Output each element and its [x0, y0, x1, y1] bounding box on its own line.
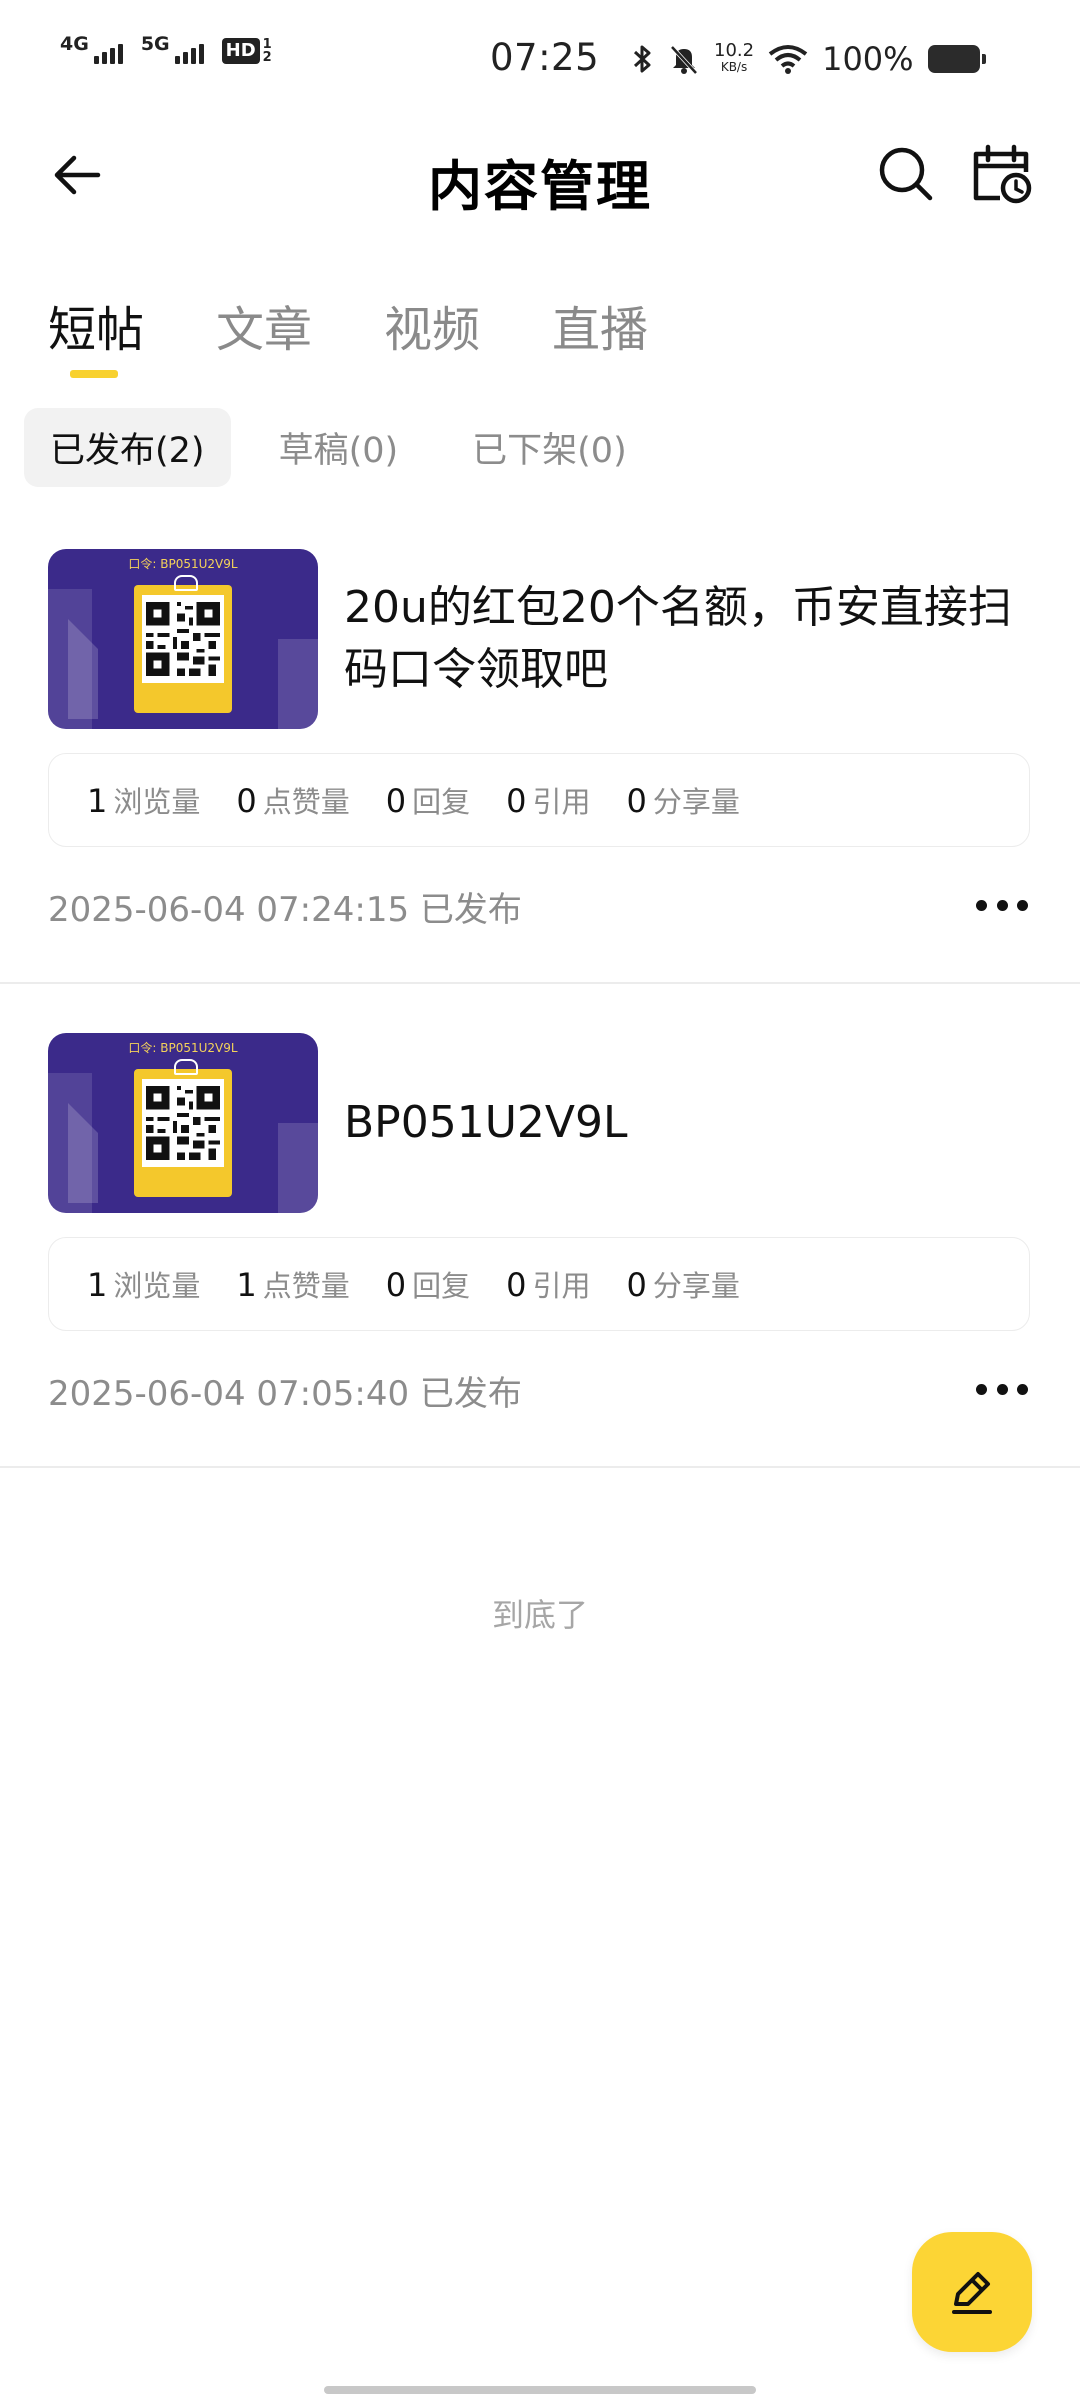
subtab-drafts[interactable]: 草稿(0) — [253, 408, 425, 487]
tab-article[interactable]: 文章 — [216, 290, 312, 378]
post-title[interactable]: BP051U2V9L — [344, 1092, 1024, 1154]
stat-likes: 0 点赞量 — [236, 782, 350, 820]
subtab-removed[interactable]: 已下架(0) — [446, 408, 653, 487]
thumbnail-code-text: 口令: BP051U2V9L — [128, 557, 238, 571]
status-left: 4G 5G HD 12 — [60, 35, 272, 65]
stat-shares: 0 分享量 — [626, 782, 740, 820]
hd-sub: 2 — [262, 50, 272, 65]
status-time: 07:25 — [490, 36, 600, 79]
stat-replies: 0 回复 — [385, 782, 471, 820]
tab-video[interactable]: 视频 — [384, 290, 480, 378]
divider — [0, 1466, 1080, 1468]
status-filter-tabs: 已发布(2) 草稿(0) 已下架(0) — [24, 408, 653, 487]
end-of-list-text: 到底了 — [491, 1596, 588, 1634]
signal-5g-icon: 5G — [141, 35, 204, 64]
status-bar: 4G 5G HD 12 07:25 10.2 KB/s 100% — [0, 0, 1080, 120]
post-title[interactable]: 20u的红包20个名额，币安直接扫码口令领取吧 — [344, 577, 1024, 701]
hd-voice-icon: HD 12 — [221, 38, 272, 65]
speed-unit: KB/s — [720, 60, 748, 74]
stat-quotes: 0 引用 — [506, 1266, 591, 1304]
status-right: 10.2 KB/s 100% — [632, 40, 986, 78]
pencil-icon — [952, 2272, 992, 2314]
qr-gift-panel — [134, 1059, 232, 1197]
hd-label: HD — [221, 38, 260, 64]
content-type-tabs: 短帖 文章 视频 直播 — [48, 290, 648, 378]
speed-value: 10.2 — [714, 40, 755, 61]
stat-views: 1 浏览量 — [87, 1266, 201, 1304]
thumbnail-code-text: 口令: BP051U2V9L — [128, 1041, 238, 1055]
tab-live[interactable]: 直播 — [552, 290, 648, 378]
qr-code-icon — [142, 595, 224, 683]
tab-short-post[interactable]: 短帖 — [48, 290, 144, 378]
app-header: 内容管理 — [0, 120, 1080, 230]
stat-likes: 1 点赞量 — [236, 1266, 350, 1304]
stat-views: 1 浏览量 — [87, 782, 201, 820]
more-dots-icon[interactable] — [976, 1379, 1028, 1399]
compose-button[interactable] — [912, 2232, 1032, 2352]
stat-shares: 0 分享量 — [626, 1266, 740, 1304]
signal-4g-icon: 4G — [60, 35, 123, 64]
network-speed: 10.2 KB/s — [714, 40, 755, 75]
post-stats-bar: 1 浏览量 0 点赞量 0 回复 0 引用 0 分享量 — [48, 753, 1030, 847]
network-type-5g: 5G — [140, 33, 170, 55]
qr-gift-panel — [134, 575, 232, 713]
subtab-published[interactable]: 已发布(2) — [24, 408, 231, 487]
bluetooth-icon — [633, 45, 651, 73]
battery-percent: 100% — [822, 40, 914, 78]
post-stats-bar: 1 浏览量 1 点赞量 0 回复 0 引用 0 分享量 — [48, 1237, 1030, 1331]
post-timestamp: 2025-06-04 07:24:15 已发布 — [48, 890, 522, 930]
search-icon[interactable] — [876, 144, 936, 204]
post-thumbnail[interactable]: 口令: BP051U2V9L — [48, 549, 318, 729]
stat-replies: 0 回复 — [385, 1266, 471, 1304]
stat-quotes: 0 引用 — [506, 782, 591, 820]
divider — [0, 982, 1080, 984]
home-indicator[interactable] — [324, 2386, 756, 2394]
mute-bell-icon — [670, 45, 698, 75]
post-thumbnail[interactable]: 口令: BP051U2V9L — [48, 1033, 318, 1213]
wifi-icon — [768, 45, 808, 74]
calendar-clock-icon[interactable] — [970, 142, 1034, 206]
battery-icon — [927, 45, 986, 73]
network-type-4g: 4G — [60, 33, 89, 55]
qr-code-icon — [142, 1079, 224, 1167]
more-dots-icon[interactable] — [976, 895, 1028, 915]
post-timestamp: 2025-06-04 07:05:40 已发布 — [48, 1374, 522, 1414]
